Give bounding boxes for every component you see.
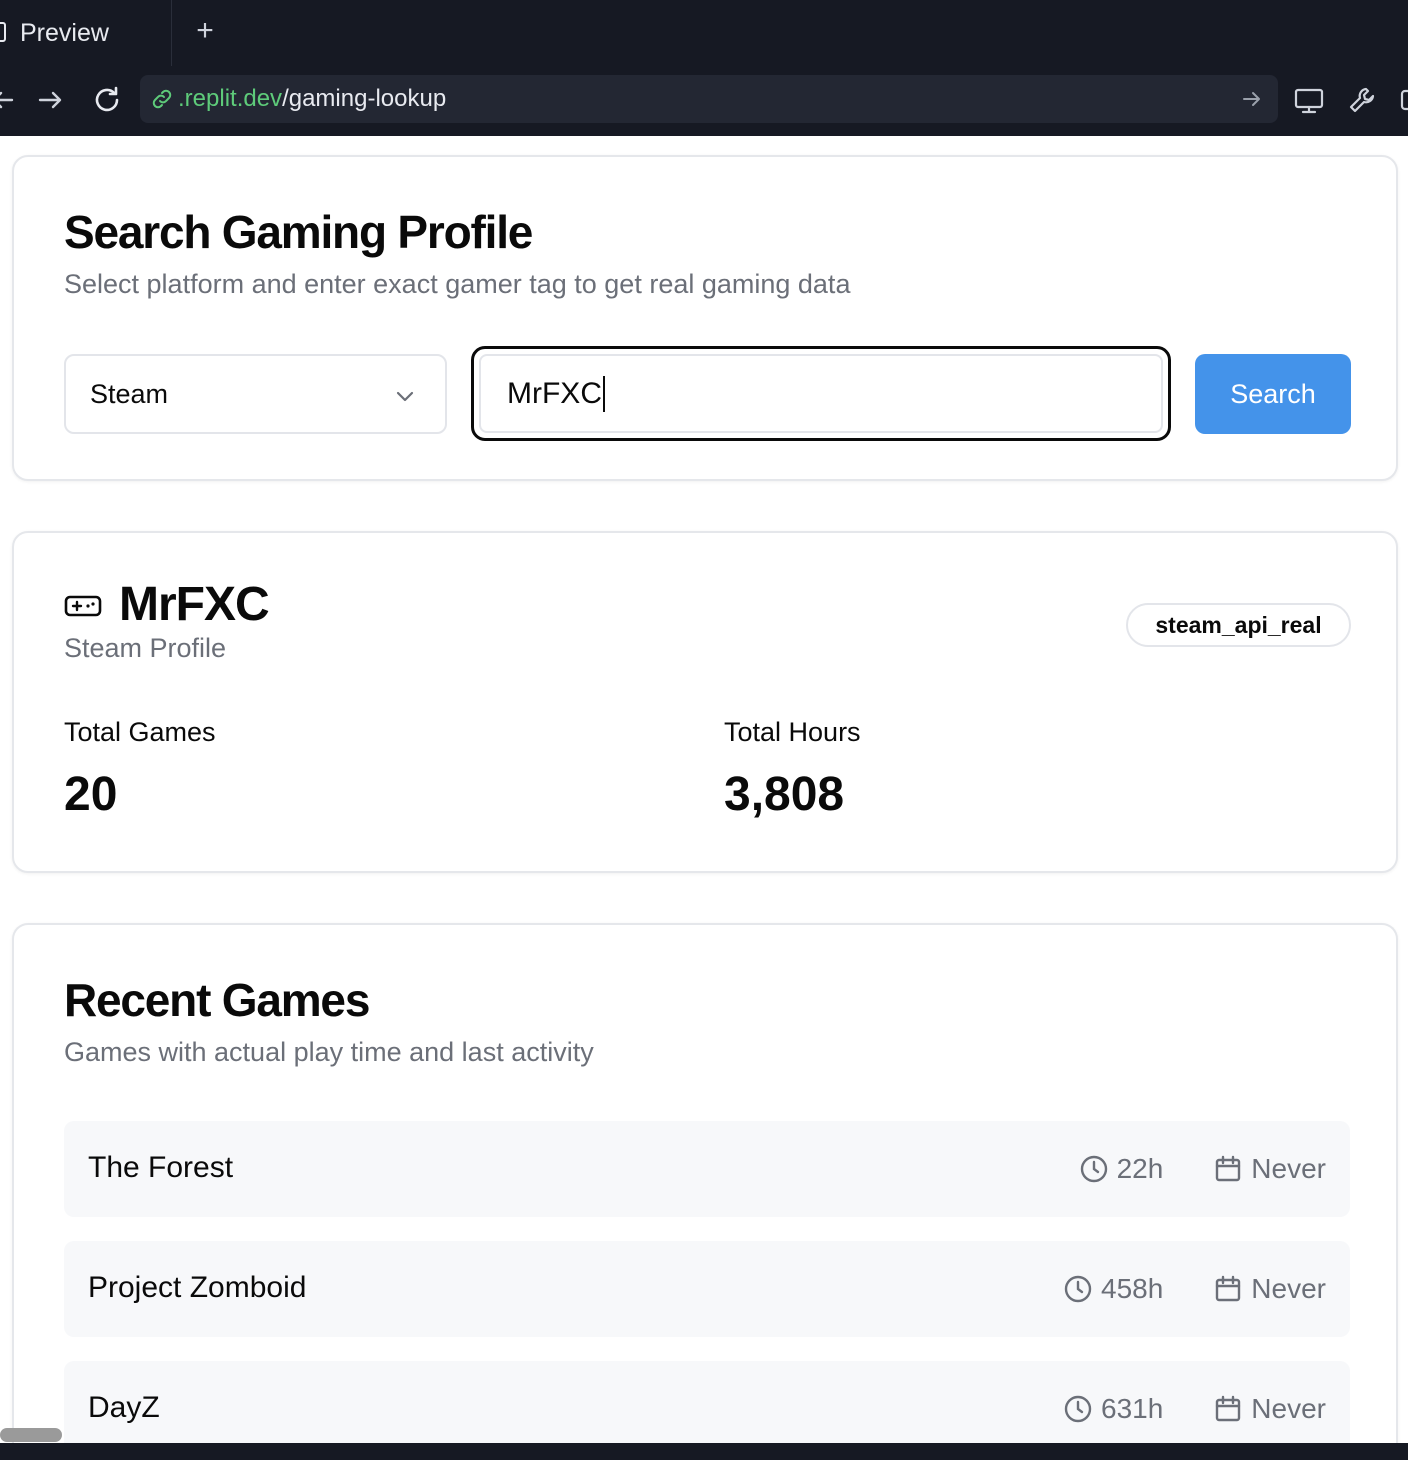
game-hours: 22h xyxy=(1079,1153,1164,1185)
recent-games-title: Recent Games xyxy=(64,974,370,1026)
game-hours-value: 22h xyxy=(1116,1153,1164,1184)
game-hours: 458h xyxy=(1063,1273,1163,1305)
game-hours-value: 631h xyxy=(1101,1393,1164,1424)
new-tab-button[interactable]: + xyxy=(190,16,220,46)
platform-select[interactable]: Steam xyxy=(64,354,447,434)
game-hours-value: 458h xyxy=(1101,1273,1164,1304)
tab-bar: Preview + xyxy=(0,0,1408,66)
recent-games-card: Recent Games Games with actual play time… xyxy=(12,923,1398,1460)
url-bar[interactable]: .replit.dev/gaming-lookup xyxy=(140,75,1278,123)
url-path: /gaming-lookup xyxy=(282,85,447,112)
game-last-played-value: Never xyxy=(1251,1153,1326,1184)
total-games-value: 20 xyxy=(64,768,118,821)
clock-icon xyxy=(1080,1155,1107,1183)
game-name: Project Zomboid xyxy=(88,1271,307,1304)
search-title: Search Gaming Profile xyxy=(64,206,533,258)
link-icon xyxy=(152,89,172,109)
gamer-tag-input[interactable]: MrFXC xyxy=(479,354,1163,433)
game-last-played: Never xyxy=(1213,1153,1326,1185)
game-hours: 631h xyxy=(1063,1393,1163,1425)
game-last-played-value: Never xyxy=(1251,1393,1326,1424)
monitor-icon[interactable] xyxy=(1292,83,1326,117)
chevron-down-icon xyxy=(396,391,414,402)
game-name: The Forest xyxy=(88,1151,234,1184)
source-badge: steam_api_real xyxy=(1126,603,1351,647)
game-row[interactable]: The Forest 22h Never xyxy=(64,1121,1350,1217)
tab-title: Preview xyxy=(20,18,109,47)
panel-icon[interactable] xyxy=(1398,83,1408,117)
total-hours-value: 3,808 xyxy=(724,768,845,821)
gamepad-icon xyxy=(64,595,102,617)
text-caret xyxy=(602,375,605,412)
go-arrow-icon[interactable] xyxy=(1240,87,1264,111)
gamer-tag-value: MrFXC xyxy=(507,376,602,410)
game-last-played-value: Never xyxy=(1251,1273,1326,1304)
total-games-label: Total Games xyxy=(64,717,216,747)
search-button[interactable]: Search xyxy=(1195,354,1351,434)
bottom-bar xyxy=(0,1443,1408,1460)
tab-preview[interactable]: Preview xyxy=(0,0,172,66)
recent-games-subtitle: Games with actual play time and last act… xyxy=(64,1037,594,1067)
clock-icon xyxy=(1064,1275,1092,1303)
url-host: .replit.dev xyxy=(178,85,283,112)
back-arrow-icon[interactable] xyxy=(0,83,20,117)
profile-card: MrFXC Steam Profile steam_api_real Total… xyxy=(12,531,1398,873)
page-icon xyxy=(0,22,6,42)
horizontal-scrollbar[interactable] xyxy=(0,1428,62,1442)
game-row[interactable]: Project Zomboid 458h Never xyxy=(64,1241,1350,1337)
search-subtitle: Select platform and enter exact gamer ta… xyxy=(64,269,851,299)
reload-icon[interactable] xyxy=(90,83,124,117)
clock-icon xyxy=(1064,1395,1092,1423)
calendar-icon xyxy=(1216,1155,1241,1182)
game-meta: 22h Never xyxy=(1079,1121,1326,1217)
game-last-played: Never xyxy=(1213,1273,1326,1305)
profile-platform: Steam Profile xyxy=(64,633,227,663)
browser-chrome: Preview + .replit.dev/gaming-lookup xyxy=(0,0,1408,136)
profile-name: MrFXC xyxy=(119,578,270,631)
platform-select-value: Steam xyxy=(90,378,169,409)
wrench-icon[interactable] xyxy=(1345,83,1379,117)
calendar-icon xyxy=(1216,1275,1241,1302)
search-card: Search Gaming Profile Select platform an… xyxy=(12,155,1398,481)
forward-arrow-icon[interactable] xyxy=(34,83,68,117)
game-name: DayZ xyxy=(88,1391,160,1424)
game-last-played: Never xyxy=(1213,1393,1326,1425)
gamer-tag-field-focus-ring: MrFXC xyxy=(471,346,1171,441)
total-hours-label: Total Hours xyxy=(724,717,861,747)
game-meta: 458h Never xyxy=(1063,1241,1326,1337)
calendar-icon xyxy=(1216,1395,1241,1422)
